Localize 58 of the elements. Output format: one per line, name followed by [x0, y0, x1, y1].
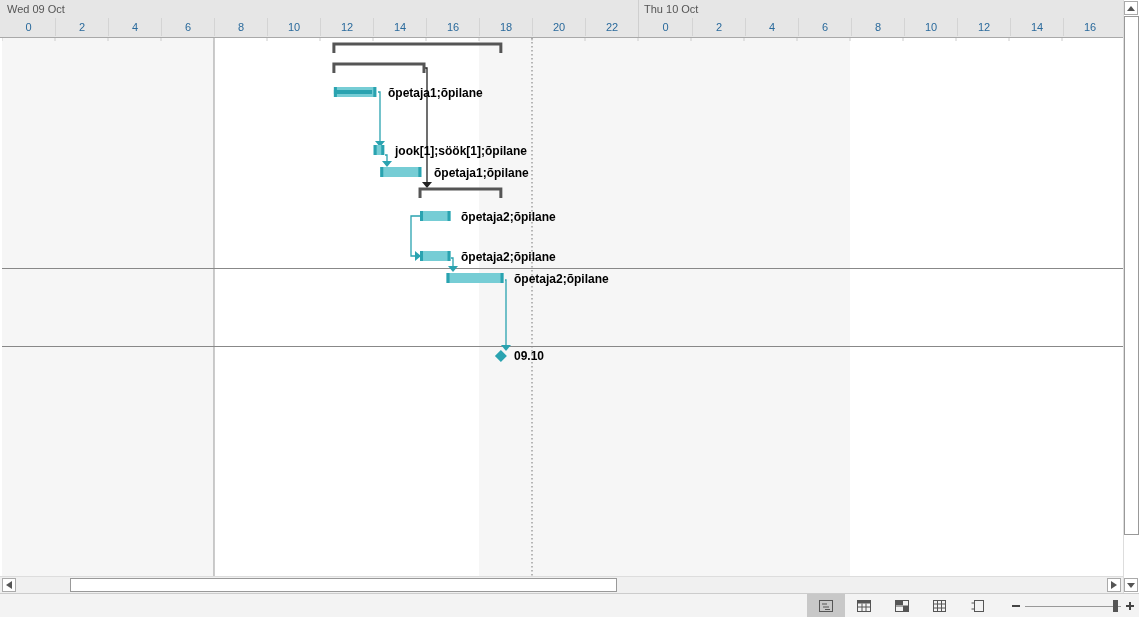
left-arrow-icon [6, 581, 12, 589]
dependency-arrow [375, 91, 385, 147]
hour-label: 12 [320, 18, 373, 36]
hour-label: 6 [798, 18, 851, 36]
hour-label: 6 [161, 18, 214, 36]
right-arrow-icon [1111, 581, 1117, 589]
task-bar [420, 251, 451, 261]
scroll-right-button[interactable] [1107, 578, 1121, 592]
task-label: õpetaja2;õpilane [461, 250, 556, 264]
milestone-label: 09.10 [514, 349, 545, 363]
plus-icon [1126, 602, 1134, 610]
minus-icon [1012, 605, 1020, 607]
dependency-arrow [382, 154, 392, 167]
task-bar [373, 145, 385, 155]
task-label: õpetaja2;õpilane [461, 210, 556, 224]
down-arrow-icon [1127, 582, 1135, 588]
hour-label: 18 [479, 18, 532, 36]
scroll-up-button[interactable] [1124, 1, 1138, 15]
task-bar [380, 167, 422, 177]
hour-label: 16 [426, 18, 479, 36]
scroll-left-button[interactable] [2, 578, 16, 592]
hour-label: 14 [1010, 18, 1063, 36]
hour-label: 16 [1063, 18, 1116, 36]
view-button[interactable] [807, 594, 845, 617]
scroll-thumb[interactable] [70, 578, 617, 592]
hour-label: 22 [585, 18, 638, 36]
hour-label: 14 [373, 18, 426, 36]
hour-label: 10 [904, 18, 957, 36]
hour-label: 4 [108, 18, 161, 36]
zoom-in-button[interactable] [1125, 600, 1135, 612]
hour-label: 20 [532, 18, 585, 36]
task-bar [420, 211, 451, 221]
task-bar [446, 273, 504, 283]
scroll-down-button[interactable] [1124, 578, 1138, 592]
hour-label: 10 [267, 18, 320, 36]
task-label: õpetaja1;õpilane [434, 166, 529, 180]
day-label: Wed 09 Oct [6, 2, 66, 17]
dependency-arrow [410, 215, 422, 261]
hour-label: 0 [24, 20, 33, 35]
hour-label: 8 [851, 18, 904, 36]
hour-label: 2 [692, 18, 745, 36]
dependency-arrow [448, 257, 458, 272]
day-label: Thu 10 Oct [643, 2, 700, 17]
page-view-icon [970, 599, 986, 613]
hour-label: 0 [661, 20, 670, 35]
hour-label: 12 [957, 18, 1010, 36]
up-arrow-icon [1127, 5, 1135, 11]
grid-view-icon [932, 599, 948, 613]
hour-label: 8 [214, 18, 267, 36]
dependency-arrow [501, 279, 511, 351]
hour-label: 2 [55, 18, 108, 36]
scroll-thumb[interactable] [1124, 16, 1139, 535]
gantt-view-icon [818, 599, 834, 613]
zoom-thumb[interactable] [1113, 600, 1119, 612]
table-view-icon [856, 599, 872, 613]
hour-label: 4 [745, 18, 798, 36]
layout-view-icon [894, 599, 910, 613]
task-label: õpetaja2;õpilane [514, 272, 609, 286]
